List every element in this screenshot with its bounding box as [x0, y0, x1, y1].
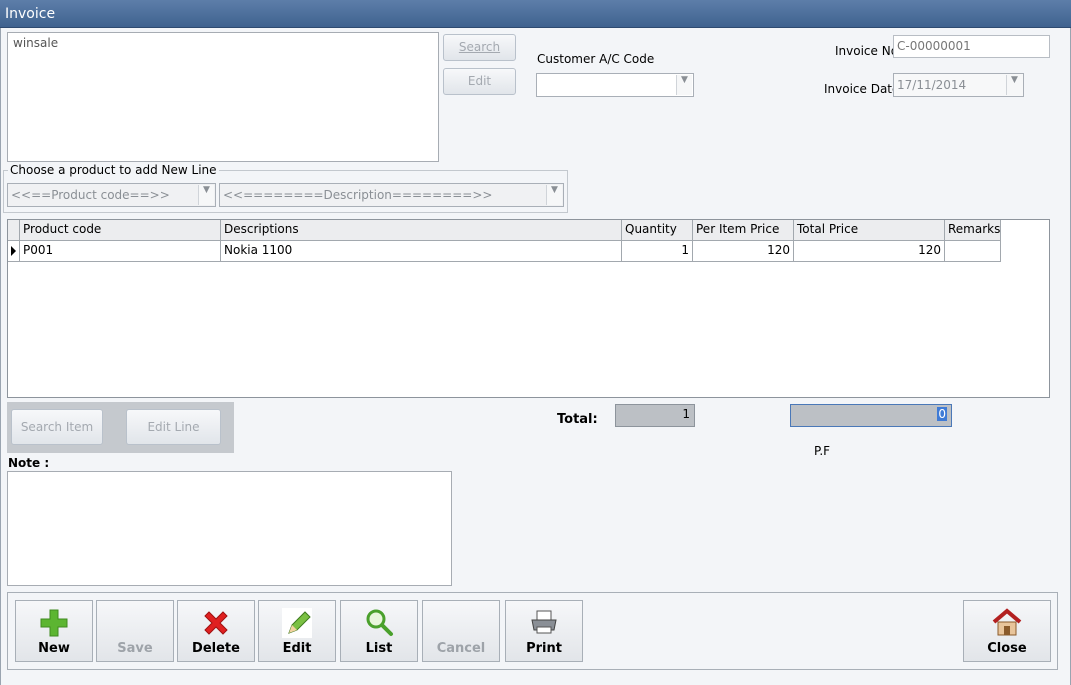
house-icon [992, 608, 1022, 636]
current-row-icon [11, 246, 16, 256]
print-button-label: Print [526, 641, 562, 656]
customer-code-select[interactable]: ▼ [536, 73, 694, 97]
cancel-button-label: Cancel [436, 641, 486, 656]
cell-per-item-price[interactable]: 120 [693, 241, 794, 262]
column-header-total-price[interactable]: Total Price [794, 220, 945, 241]
product-chooser-label: Choose a product to add New Line [8, 163, 219, 177]
column-header-quantity[interactable]: Quantity [622, 220, 693, 241]
column-header-product-code[interactable]: Product code [20, 220, 221, 241]
invoice-date-label: Invoice Date [824, 82, 900, 96]
row-selector[interactable] [8, 241, 20, 262]
note-textarea[interactable] [7, 471, 452, 586]
edit-button-label: Edit [282, 641, 312, 656]
chevron-down-icon[interactable]: ▼ [546, 185, 562, 205]
note-label: Note : [8, 456, 50, 470]
new-button-label: New [38, 641, 70, 656]
edit-line-button[interactable]: Edit Line [126, 409, 221, 445]
pf-label: P.F [814, 444, 831, 458]
cell-quantity[interactable]: 1 [622, 241, 693, 262]
new-button[interactable]: New [15, 600, 93, 662]
product-description-select[interactable]: <<========Description========>> ▼ [219, 183, 564, 207]
invoice-date-picker[interactable]: 17/11/2014 ▼ [893, 73, 1024, 97]
save-button[interactable]: Save [96, 600, 174, 662]
product-description-placeholder: <<========Description========>> [223, 188, 493, 202]
cell-total-price[interactable]: 120 [794, 241, 945, 262]
customer-info-box[interactable]: winsale [7, 32, 439, 162]
invoice-lines-grid[interactable]: Product code Descriptions Quantity Per I… [7, 219, 1050, 398]
delete-button[interactable]: Delete [177, 600, 255, 662]
cell-product-code[interactable]: P001 [20, 241, 221, 262]
plus-icon [40, 609, 68, 637]
cell-description[interactable]: Nokia 1100 [221, 241, 622, 262]
cell-remarks[interactable] [945, 241, 1001, 262]
search-item-button[interactable]: Search Item [11, 409, 103, 445]
list-button-label: List [365, 641, 393, 656]
invoice-no-field[interactable]: C-00000001 [893, 35, 1050, 58]
list-button[interactable]: List [340, 600, 418, 662]
customer-info-text: winsale [13, 36, 59, 50]
chevron-down-icon[interactable]: ▼ [198, 185, 214, 205]
close-button-label: Close [987, 641, 1027, 656]
row-header-corner [8, 220, 20, 241]
column-header-descriptions[interactable]: Descriptions [221, 220, 622, 241]
total-quantity-field: 1 [615, 404, 695, 427]
invoice-date-value: 17/11/2014 [897, 78, 967, 92]
edit-button[interactable]: Edit [258, 600, 336, 662]
total-amount-field[interactable]: 0 [790, 404, 952, 427]
printer-icon [531, 610, 557, 634]
total-label: Total: [557, 412, 598, 427]
delete-button-label: Delete [192, 641, 240, 656]
product-code-select[interactable]: <<==Product code==>> ▼ [7, 183, 216, 207]
chevron-down-icon[interactable]: ▼ [676, 75, 692, 95]
cancel-button[interactable]: Cancel [422, 600, 500, 662]
print-button[interactable]: Print [505, 600, 583, 662]
window-title: Invoice [5, 6, 56, 22]
close-button[interactable]: Close [963, 600, 1051, 662]
product-code-placeholder: <<==Product code==>> [11, 188, 170, 202]
edit-customer-button[interactable]: Edit [443, 68, 516, 95]
save-button-label: Save [117, 641, 153, 656]
delete-x-icon [204, 611, 228, 635]
title-bar: Invoice [0, 0, 1071, 28]
chevron-down-icon[interactable]: ▼ [1006, 75, 1022, 95]
column-header-per-item-price[interactable]: Per Item Price [693, 220, 794, 241]
search-button[interactable]: Search [443, 34, 516, 61]
invoice-no-label: Invoice No [835, 44, 899, 58]
magnifier-icon [366, 609, 393, 636]
total-amount-value: 0 [937, 407, 947, 421]
customer-code-label: Customer A/C Code [537, 52, 655, 66]
pencil-icon [282, 608, 312, 638]
column-header-remarks[interactable]: Remarks [945, 220, 1001, 241]
